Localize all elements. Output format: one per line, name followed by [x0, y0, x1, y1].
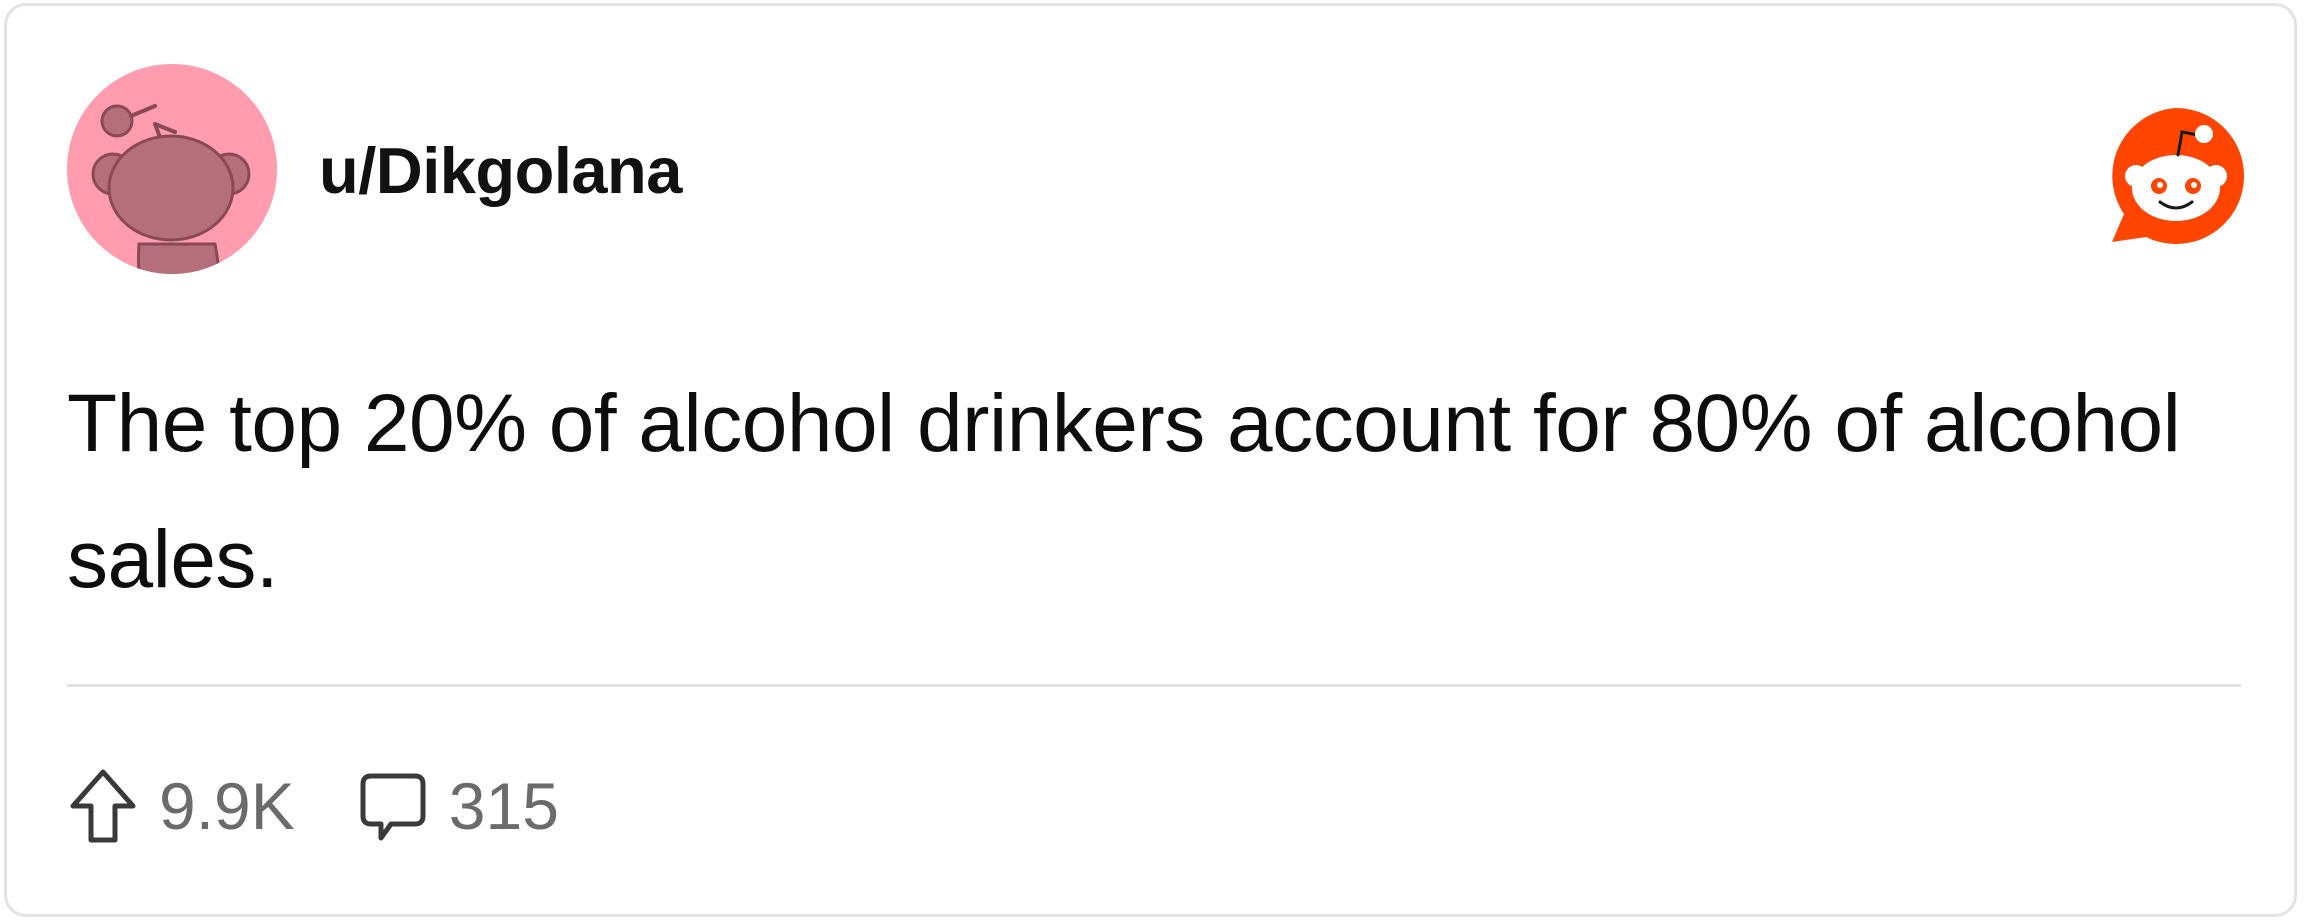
upvote-button[interactable]: 9.9K	[67, 766, 295, 846]
post-body: The top 20% of alcohol drinkers account …	[67, 378, 2181, 605]
upvote-arrow-icon	[67, 766, 139, 846]
divider	[67, 684, 2241, 687]
reddit-logo-icon	[2102, 102, 2250, 250]
comment-bubble-icon	[357, 766, 429, 846]
upvote-count: 9.9K	[159, 769, 295, 843]
comments-button[interactable]: 315	[357, 766, 559, 846]
user-avatar[interactable]	[67, 64, 277, 274]
post-actions: 9.9K 315	[67, 766, 559, 846]
comment-count: 315	[448, 769, 559, 843]
post-card[interactable]: u/Dikgolana The top 20% of alcohol drink…	[4, 3, 2297, 917]
username[interactable]: u/Dikgolana	[319, 138, 682, 203]
